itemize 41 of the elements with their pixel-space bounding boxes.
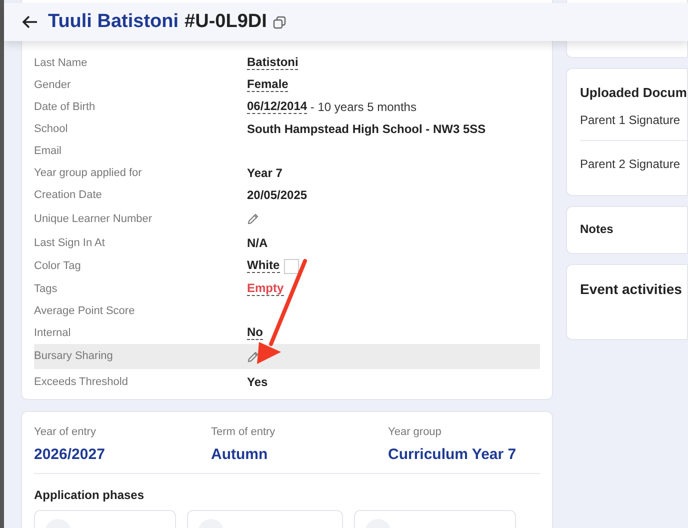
document-name[interactable]: Parent 2 Signature [580,156,680,170]
field-label: Creation Date [34,188,103,203]
field-value[interactable]: Female [247,78,288,92]
entry-value: 2026/2027 [34,444,106,464]
field-label: Date of Birth [34,100,96,115]
entry-value: Curriculum Year 7 [388,444,518,464]
field-value[interactable]: Batistoni [247,56,298,70]
card-title: Notes [580,221,614,238]
field-label: Gender [34,78,72,93]
field-value[interactable]: 06/12/2014 [247,100,308,114]
field-label: Color Tag [34,258,82,274]
section-heading: Application phases [34,487,146,504]
field-label: Unique Learner Number [34,212,154,227]
field-value[interactable]: No [247,326,263,340]
field-value: Year 7 [247,165,282,182]
field-value: 20/05/2025 [247,187,308,204]
field-value: Yes [247,374,268,391]
field-label: Year group applied for [34,166,143,181]
field-value: N/A [247,235,268,252]
field-value[interactable]: White [247,259,280,273]
entry-label: Year group [388,425,442,440]
entry-label: Year of entry [34,425,97,440]
student-id: #U-0L9DI [184,10,267,34]
age-text: - 10 years 5 months [309,99,416,116]
document-name[interactable]: Parent 1 Signature [580,112,680,126]
field-label: School [34,122,69,137]
field-value[interactable]: Empty [247,282,284,296]
student-name: Tuuli Batistoni [48,10,179,34]
field-label: Email [34,144,63,159]
card-title: Uploaded Docum [580,84,687,102]
field-label: Internal [34,326,72,341]
entry-value: Autumn [211,444,269,464]
entry-label: Term of entry [211,425,276,440]
field-label: Tags [34,282,58,297]
field-label: Last Name [34,56,88,71]
field-label: Bursary Sharing [34,349,114,364]
field-label: Exceeds Threshold [34,374,129,390]
card-title: Event activities [580,280,682,299]
field-label: Average Point Score [34,304,136,319]
field-label: Last Sign In At [34,236,106,251]
field-value: South Hampstead High School - NW3 5SS [247,121,486,138]
